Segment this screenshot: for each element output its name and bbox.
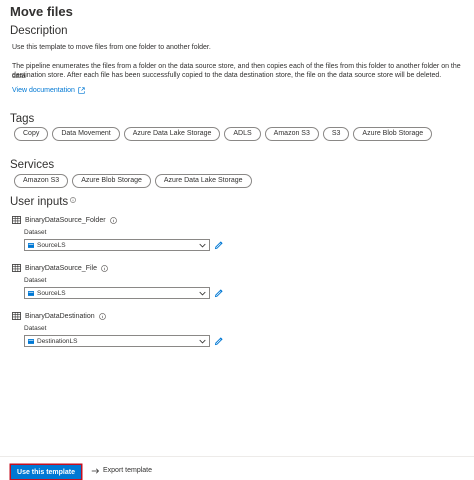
dataset-label: Dataset (24, 325, 47, 332)
view-documentation-label: View documentation (12, 87, 75, 94)
dataset-select-row: DestinationLS (24, 335, 242, 347)
user-input-binary-data-source-file: BinaryDataSource_File Dataset SourceLS (12, 263, 242, 299)
tag-s3: S3 (322, 127, 350, 141)
service-azure-blob-storage: Azure Blob Storage (72, 174, 151, 188)
external-link-icon (78, 87, 85, 94)
tag-amazon-s3: Amazon S3 (264, 127, 319, 141)
linked-service-icon (28, 338, 34, 344)
select-value-wrap: DestinationLS (28, 338, 77, 345)
service-amazon-s3: Amazon S3 (14, 174, 69, 188)
dataset-select[interactable]: SourceLS (24, 239, 210, 251)
pencil-icon[interactable] (214, 240, 224, 250)
page-title: Move files (10, 4, 73, 19)
view-documentation-link[interactable]: View documentation (12, 87, 85, 94)
select-value-wrap: SourceLS (28, 242, 66, 249)
user-input-binary-data-source-folder: BinaryDataSource_Folder Dataset SourceLS (12, 215, 242, 251)
select-value-wrap: SourceLS (28, 290, 66, 297)
pencil-icon[interactable] (214, 288, 224, 298)
input-label-row: BinaryDataDestination (12, 311, 242, 321)
services-heading: Services (10, 159, 55, 171)
input-name: BinaryDataSource_File (25, 264, 97, 272)
user-inputs-heading: User inputs (10, 196, 69, 208)
service-azure-data-lake-storage: Azure Data Lake Storage (154, 174, 252, 188)
export-template-label: Export template (103, 467, 153, 474)
dataset-select[interactable]: SourceLS (24, 287, 210, 299)
export-template-button[interactable]: Export template (91, 467, 152, 474)
dataset-label: Dataset (24, 277, 47, 284)
description-para-2-line-2: destination store. After each file has b… (12, 72, 442, 79)
info-icon[interactable] (70, 197, 77, 203)
description-line-1: Use this template to move files from one… (12, 44, 211, 51)
dataset-grid-icon (12, 264, 21, 272)
info-icon[interactable] (101, 264, 108, 272)
linked-service-icon (28, 242, 34, 248)
select-value: DestinationLS (37, 337, 78, 345)
dataset-grid-icon (12, 312, 21, 320)
select-value: SourceLS (37, 289, 66, 297)
tag-adls: ADLS (224, 127, 261, 141)
use-this-template-button[interactable]: Use this template (11, 465, 81, 479)
tag-azure-data-lake-storage: Azure Data Lake Storage (123, 127, 221, 141)
move-files-panel: Move files Description Use this template… (0, 0, 474, 480)
tag-azure-blob-storage: Azure Blob Storage (353, 127, 433, 141)
info-icon[interactable] (98, 312, 106, 320)
tag-data-movement: Data Movement (52, 127, 120, 141)
description-heading: Description (10, 25, 68, 37)
input-label-row: BinaryDataSource_Folder (12, 215, 242, 225)
dataset-select-row: SourceLS (24, 287, 242, 299)
linked-service-icon (28, 290, 34, 296)
chevron-down-icon (199, 291, 206, 295)
footer-divider (0, 456, 474, 457)
dataset-select[interactable]: DestinationLS (24, 335, 210, 347)
user-inputs-heading-wrap: User inputs (10, 196, 77, 208)
input-label-row: BinaryDataSource_File (12, 263, 242, 273)
tag-copy: Copy (14, 127, 49, 141)
services-list: Amazon S3 Azure Blob Storage Azure Data … (14, 174, 252, 188)
dataset-label: Dataset (24, 229, 47, 236)
pencil-icon[interactable] (214, 336, 224, 346)
tags-list: Copy Data Movement Azure Data Lake Stora… (14, 127, 433, 141)
chevron-down-icon (199, 243, 206, 247)
chevron-down-icon (199, 339, 206, 343)
select-value: SourceLS (37, 241, 66, 249)
dataset-grid-icon (12, 216, 21, 224)
input-name: BinaryDataDestination (25, 312, 95, 320)
tags-heading: Tags (10, 113, 35, 125)
export-arrow-icon (91, 467, 100, 474)
info-icon[interactable] (109, 216, 117, 224)
dataset-select-row: SourceLS (24, 239, 242, 251)
input-name: BinaryDataSource_Folder (25, 216, 106, 224)
user-input-binary-data-destination: BinaryDataDestination Dataset Destinatio… (12, 311, 242, 347)
